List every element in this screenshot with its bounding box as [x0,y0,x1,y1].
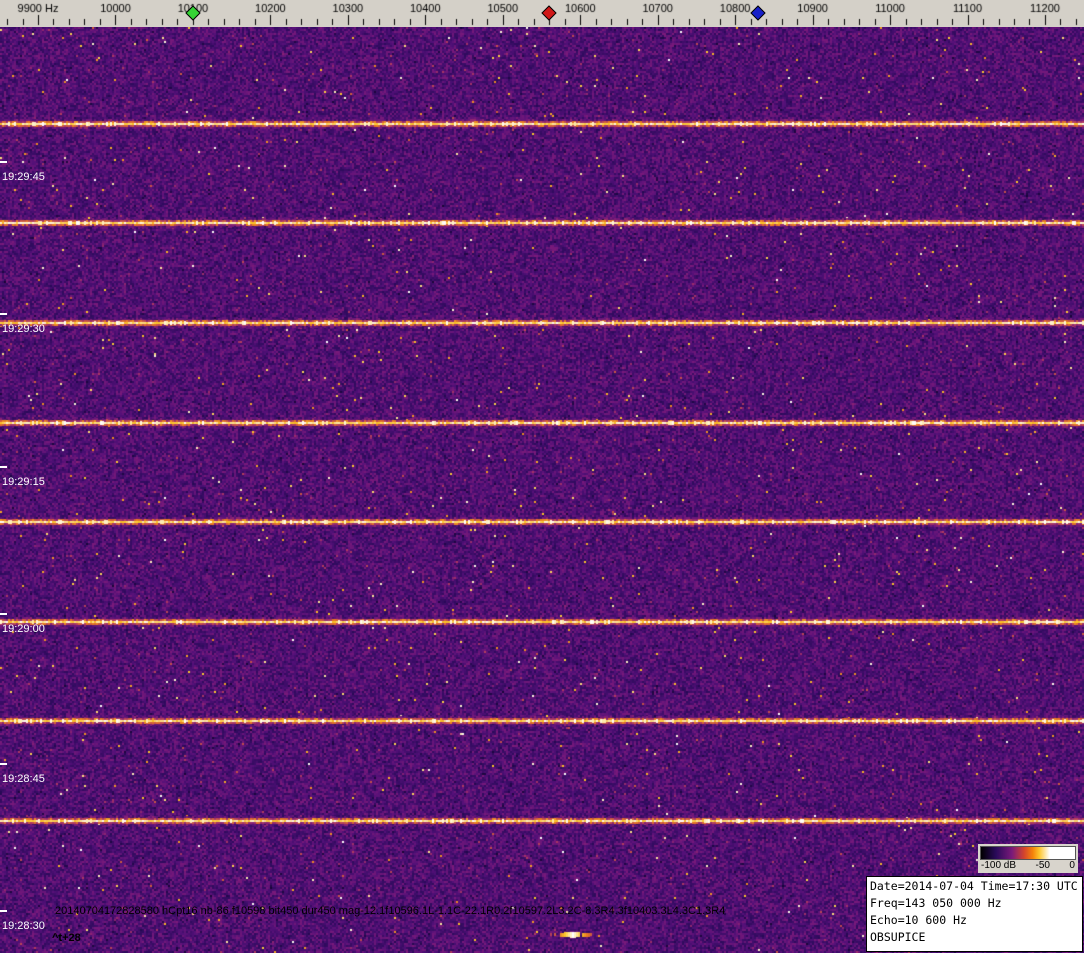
scale-mid-label: -50 [1035,860,1050,871]
time-axis-label: 19:29:45 [2,171,45,183]
time-axis-tick [0,613,7,615]
time-axis-tick [0,161,7,163]
cursor-note-text: ^t+28 [52,932,81,944]
color-scale-legend: -100 dB -50 0 [978,844,1078,873]
scale-min-label: -100 dB [981,860,1017,871]
info-date-line: Date=2014-07-04 Time=17:30 UTC [870,879,1078,893]
spectrogram-app: 19:29:45 19:29:30 19:29:15 19:29:00 19:28:45… [0,0,1084,953]
info-freq-line: Freq=143 050 000 Hz [870,896,1002,910]
detection-log-text: 20140704172828580 hCpt16 nb-86 f10598 bi… [55,905,726,917]
time-axis-label: 19:28:30 [2,920,45,932]
green-diamond-marker-icon[interactable] [185,5,201,21]
scale-max-label: 0 [1069,860,1075,871]
time-axis-label: 19:29:15 [2,476,45,488]
time-axis-tick [0,910,7,912]
time-axis-label: 19:29:30 [2,323,45,335]
blue-diamond-marker-icon[interactable] [750,5,766,21]
color-scale-labels: -100 dB -50 0 [980,860,1076,872]
time-axis-tick [0,313,7,315]
status-info-box: Date=2014-07-04 Time=17:30 UTC Freq=143 … [866,876,1083,952]
info-station-line: OBSUPICE [870,930,926,944]
info-echo-line: Echo=10 600 Hz [870,913,967,927]
time-axis-label: 19:29:00 [2,623,45,635]
time-axis-label: 19:28:45 [2,773,45,785]
color-scale-gradient-bar [980,846,1076,860]
red-diamond-marker-icon[interactable] [541,5,557,21]
spectrogram-canvas[interactable] [0,27,1084,953]
time-axis-tick [0,466,7,468]
time-axis-tick [0,763,7,765]
